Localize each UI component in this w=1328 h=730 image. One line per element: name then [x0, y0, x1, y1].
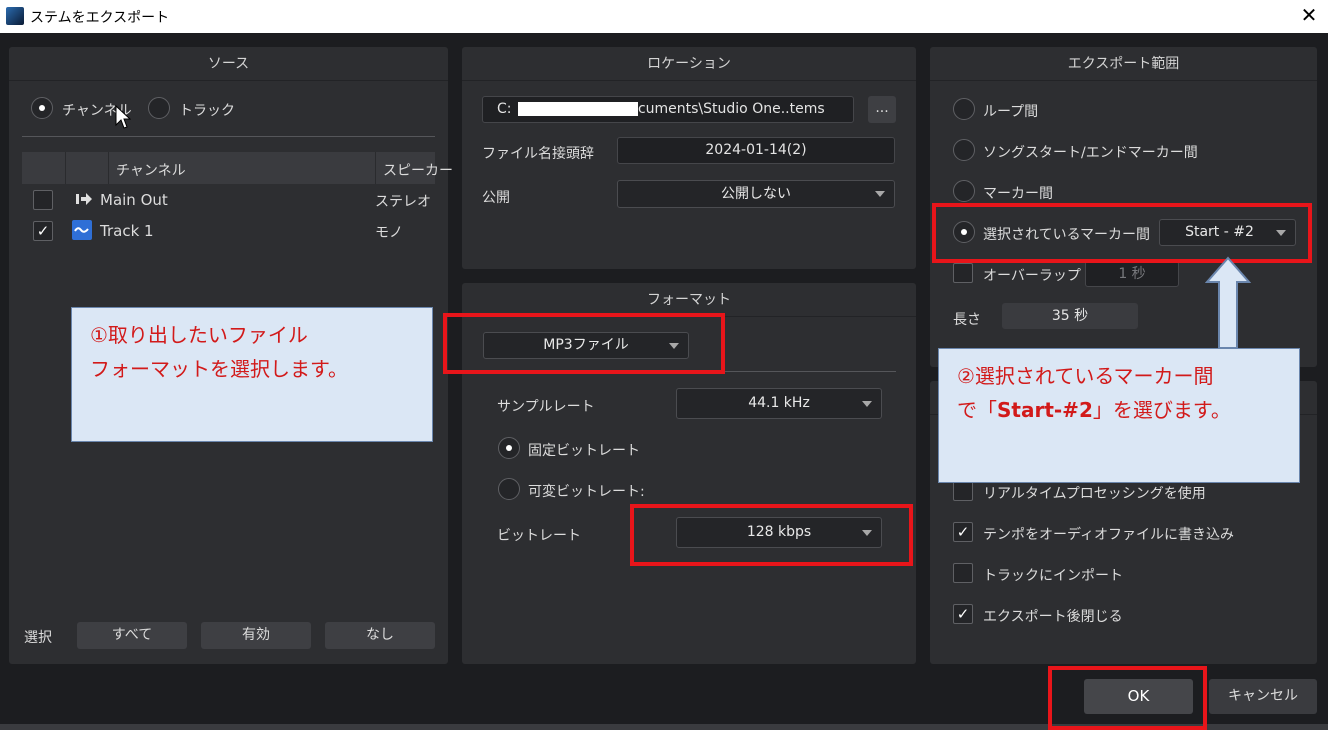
- prefix-label: ファイル名接頭辞: [482, 146, 594, 162]
- publish-label: 公開: [482, 190, 510, 206]
- loop-label: ループ間: [983, 104, 1039, 120]
- select-label: 選択: [24, 630, 52, 646]
- vbr-label: 可変ビットレート:: [528, 484, 645, 500]
- channel-radio[interactable]: [31, 97, 53, 119]
- path-tail: cuments\Studio One..tems: [637, 101, 825, 117]
- close-after-label: エクスポート後閉じる: [983, 609, 1123, 625]
- overlap-input[interactable]: 1 秒: [1085, 261, 1179, 287]
- browse-button[interactable]: ...: [868, 96, 896, 123]
- table-row[interactable]: ✓ Track 1 モノ: [22, 217, 435, 245]
- highlight-file-type: [443, 313, 725, 374]
- prefix-input[interactable]: 2024-01-14(2): [617, 137, 895, 164]
- col-speaker[interactable]: スピーカー: [383, 160, 453, 180]
- location-header: ロケーション: [462, 47, 916, 81]
- chevron-down-icon: [875, 191, 885, 197]
- marker-radio[interactable]: [953, 180, 975, 202]
- song-label: ソングスタート/エンドマーカー間: [983, 145, 1198, 161]
- publish-dropdown[interactable]: 公開しない: [617, 180, 895, 208]
- row-speaker: モノ: [375, 225, 403, 241]
- table-row[interactable]: Main Out ステレオ: [22, 186, 435, 214]
- path-redaction: [517, 102, 638, 116]
- bitrate-label: ビットレート: [497, 528, 581, 544]
- import-checkbox[interactable]: [953, 563, 973, 583]
- close-after-checkbox[interactable]: ✓: [953, 604, 973, 624]
- format-header: フォーマット: [462, 283, 916, 317]
- select-none-button[interactable]: なし: [325, 622, 435, 649]
- select-all-button[interactable]: すべて: [77, 622, 187, 649]
- sample-rate-value: 44.1 kHz: [748, 395, 810, 411]
- overlap-label: オーバーラップ: [983, 268, 1081, 284]
- row-name: Main Out: [100, 191, 168, 209]
- row-checkbox-checked[interactable]: ✓: [33, 221, 53, 241]
- highlight-ok-button: [1048, 666, 1207, 730]
- chevron-down-icon: [862, 400, 872, 407]
- app-icon: [6, 7, 24, 25]
- song-radio[interactable]: [953, 139, 975, 161]
- note2-line2: で「Start-#2」を選びます。: [957, 398, 1231, 422]
- row-name: Track 1: [100, 222, 154, 240]
- row-speaker: ステレオ: [375, 194, 431, 210]
- cbr-radio[interactable]: [498, 437, 520, 459]
- close-icon[interactable]: ✕: [1297, 3, 1321, 27]
- audio-wave-icon: [72, 220, 92, 240]
- sample-rate-dropdown[interactable]: 44.1 kHz: [676, 388, 882, 419]
- tempo-checkbox[interactable]: ✓: [953, 522, 973, 542]
- export-range-header: エクスポート範囲: [930, 47, 1317, 81]
- window-title: ステムをエクスポート: [30, 10, 170, 26]
- vbr-radio[interactable]: [498, 478, 520, 500]
- track-radio-label: トラック: [179, 103, 235, 119]
- mouse-cursor-icon: [115, 105, 131, 129]
- note2-line1: ②選択されているマーカー間: [957, 364, 1214, 388]
- location-panel: ロケーション C: cuments\Studio One..tems ... フ…: [462, 47, 916, 269]
- highlight-bitrate: [630, 504, 913, 566]
- col-channel[interactable]: チャンネル: [116, 160, 186, 180]
- sample-rate-label: サンプルレート: [497, 399, 595, 415]
- output-arrow-icon: [76, 193, 92, 205]
- annotation-note-2: ②選択されているマーカー間 で「Start-#2」を選びます。: [938, 348, 1300, 483]
- track-radio[interactable]: [148, 97, 170, 119]
- overlap-checkbox[interactable]: [953, 263, 973, 283]
- length-label: 長さ: [953, 312, 981, 328]
- note1-line2: フォーマットを選択します。: [90, 357, 348, 381]
- realtime-label: リアルタイムプロセッシングを使用: [983, 486, 1206, 502]
- annotation-note-1: ①取り出したいファイル フォーマットを選択します。: [71, 307, 433, 442]
- publish-value: 公開しない: [721, 186, 791, 202]
- realtime-checkbox[interactable]: [953, 481, 973, 501]
- divider: [22, 136, 435, 137]
- channel-table-header: チャンネル スピーカー: [22, 152, 453, 184]
- length-value: 35 秒: [1002, 303, 1138, 329]
- marker-label: マーカー間: [983, 186, 1053, 202]
- path-field[interactable]: C: cuments\Studio One..tems: [482, 96, 854, 123]
- loop-radio[interactable]: [953, 98, 975, 120]
- cancel-button[interactable]: キャンセル: [1209, 679, 1317, 714]
- note1-line1: ①取り出したいファイル: [90, 323, 308, 347]
- source-header: ソース: [9, 47, 448, 81]
- cbr-label: 固定ビットレート: [528, 443, 640, 459]
- title-bar: ステムをエクスポート ✕: [0, 0, 1328, 33]
- tempo-label: テンポをオーディオファイルに書き込み: [983, 527, 1235, 543]
- row-checkbox[interactable]: [33, 190, 53, 210]
- select-active-button[interactable]: 有効: [201, 622, 311, 649]
- highlight-selected-marker: [932, 203, 1312, 263]
- annotation-arrow-icon: [1205, 256, 1251, 349]
- import-label: トラックにインポート: [983, 568, 1123, 584]
- path-drive: C:: [497, 101, 512, 117]
